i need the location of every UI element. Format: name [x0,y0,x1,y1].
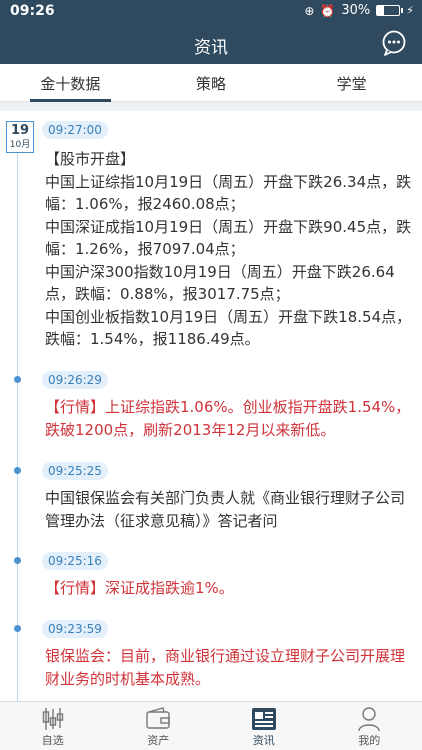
chat-bubble-icon [382,30,406,56]
news-time: 09:27:00 [42,121,108,139]
timeline-dot [14,625,21,632]
tab-academy[interactable]: 学堂 [281,64,422,101]
nav-watchlist[interactable]: 自选 [0,702,106,750]
battery-percent: 30% [341,3,371,18]
news-content: 【行情】深证成指跌逾1%。 [45,579,234,597]
news-content: 中国银保监会有关部门负责人就《商业银行理财子公司 管理办法（征求意见稿）》答记者… [45,489,406,530]
date-month: 10月 [9,140,31,150]
tab-strategy[interactable]: 策略 [141,64,282,101]
nav-profile[interactable]: 我的 [317,702,422,750]
nav-label: 我的 [358,734,381,747]
news-time: 09:26:29 [42,371,108,389]
tab-jin10-data[interactable]: 金十数据 [0,64,141,102]
bottom-nav: 自选 资产 资讯 我的 [0,701,422,750]
candlestick-chart-icon [42,708,63,730]
user-icon [358,707,380,732]
news-content: 【行情】上证综指跌1.06%。创业板指开盘跌1.54%， 跌破1200点，刷新2… [45,398,411,439]
timeline-dot [14,467,21,474]
charging-icon: ⚡ [406,4,414,17]
news-time: 09:23:59 [42,620,108,638]
timeline-dot [14,557,21,564]
news-feed[interactable]: 19 10月 09:27:00 【股市开盘】 中国上证综指10月19日（周五）开… [0,111,422,701]
nav-label: 自选 [41,734,64,747]
nav-assets[interactable]: 资产 [106,702,212,750]
timeline-line [17,147,18,701]
news-time: 09:25:25 [42,462,108,480]
nav-label: 资产 [147,734,170,747]
rotation-lock-icon: ⊕ [304,3,315,18]
battery-icon [376,5,404,16]
timeline-dot [14,376,21,383]
date-day: 19 [10,123,30,138]
page-title: 资讯 [194,38,228,58]
news-time: 09:25:16 [42,552,108,570]
nav-bar: 资讯 [0,24,422,64]
status-time: 09:26 [10,3,55,19]
news-content: 【股市开盘】 中国上证综指10月19日（周五）开盘下跌26.34点，跌 幅：1.… [45,150,412,348]
tab-bar: 金十数据 策略 学堂 [0,64,422,102]
separator [0,102,422,111]
newspaper-icon [251,708,276,730]
status-bar: 09:26 ⊕ ⏰ 30% ⚡ [0,0,422,24]
chat-button[interactable] [380,29,408,57]
date-badge: 19 10月 [6,121,34,153]
nav-label: 资讯 [252,734,275,747]
wallet-icon [146,707,170,729]
news-content: 银保监会：目前，商业银行通过设立理财子公司开展理 财业务的时机基本成熟。 [45,647,406,688]
nav-news[interactable]: 资讯 [211,702,317,750]
alarm-icon: ⏰ [320,3,336,18]
